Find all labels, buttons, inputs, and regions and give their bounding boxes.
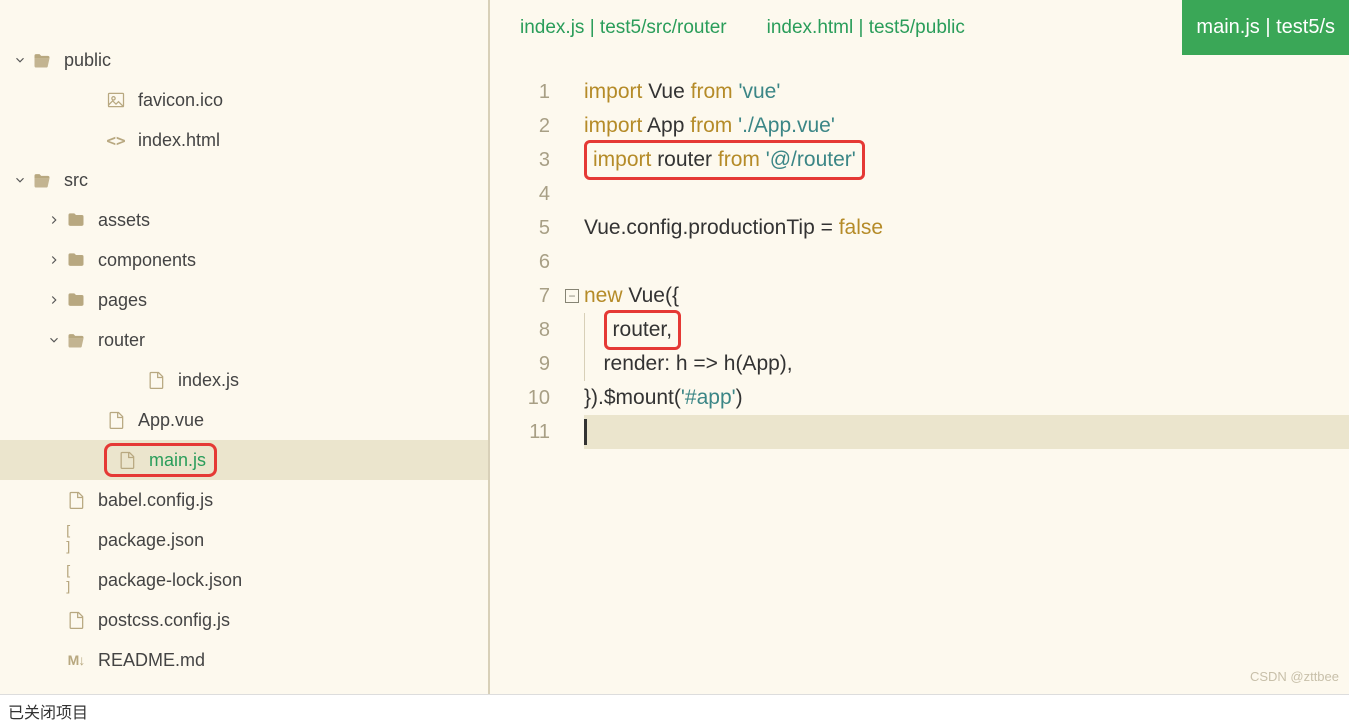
line-gutter: 1234567891011 xyxy=(490,75,560,694)
markdown-icon: M↓ xyxy=(64,648,88,672)
line-number: 7 xyxy=(490,279,550,313)
tree-item-package-json[interactable]: [ ] package.json xyxy=(0,520,488,560)
fold-column: − xyxy=(560,75,584,694)
line-number: 9 xyxy=(490,347,550,381)
fold-toggle-icon[interactable]: − xyxy=(565,289,579,303)
js-file-icon xyxy=(64,608,88,632)
tree-item-label: favicon.ico xyxy=(138,90,223,111)
editor-tab[interactable]: index.html | test5/public xyxy=(767,0,965,55)
json-icon: [ ] xyxy=(64,568,88,592)
line-number: 6 xyxy=(490,245,550,279)
code-line[interactable] xyxy=(584,415,1349,449)
tree-item-label: public xyxy=(64,50,111,71)
text-cursor xyxy=(584,419,587,445)
tree-item-label: index.js xyxy=(178,370,239,391)
chevron-down-icon[interactable] xyxy=(44,330,64,350)
code-line[interactable]: import router from '@/router' xyxy=(584,143,1349,177)
image-icon xyxy=(104,88,128,112)
tree-item-src[interactable]: src xyxy=(0,160,488,200)
tree-item-assets[interactable]: assets xyxy=(0,200,488,240)
tree-item-label: assets xyxy=(98,210,150,231)
tree-item-components[interactable]: components xyxy=(0,240,488,280)
status-bar: 已关闭项目 xyxy=(0,694,1349,726)
chevron-right-icon[interactable] xyxy=(44,290,64,310)
tree-item-main-js[interactable]: main.js xyxy=(0,440,488,480)
tree-item-label: postcss.config.js xyxy=(98,610,230,631)
editor-pane: index.js | test5/src/router index.html | … xyxy=(490,0,1349,694)
tree-item-favicon-ico[interactable]: favicon.ico xyxy=(0,80,488,120)
line-number: 10 xyxy=(490,381,550,415)
file-explorer[interactable]: public favicon.ico <> index.html src assets co… xyxy=(0,0,490,694)
line-number: 1 xyxy=(490,75,550,109)
folder-icon xyxy=(64,208,88,232)
folder-open-icon xyxy=(30,168,54,192)
chevron-down-icon[interactable] xyxy=(10,170,30,190)
tree-item-README-md[interactable]: M↓ README.md xyxy=(0,640,488,680)
code-line[interactable] xyxy=(584,177,1349,211)
code-line[interactable]: }).$mount('#app') xyxy=(584,381,1349,415)
folder-icon xyxy=(64,248,88,272)
tree-item-label: README.md xyxy=(98,650,205,671)
code-line[interactable]: render: h => h(App), xyxy=(584,347,1349,381)
chevron-right-icon[interactable] xyxy=(44,250,64,270)
editor-tabs: index.js | test5/src/router index.html | … xyxy=(490,0,1349,55)
code-line[interactable]: import Vue from 'vue' xyxy=(584,75,1349,109)
tree-item-label: pages xyxy=(98,290,147,311)
tree-item-babel-config-js[interactable]: babel.config.js xyxy=(0,480,488,520)
code-line[interactable]: Vue.config.productionTip = false xyxy=(584,211,1349,245)
js-file-icon xyxy=(104,408,128,432)
tree-item-label: main.js xyxy=(149,450,206,471)
tree-item-public[interactable]: public xyxy=(0,40,488,80)
code-line[interactable] xyxy=(584,245,1349,279)
tree-item-index-html[interactable]: <> index.html xyxy=(0,120,488,160)
js-file-icon xyxy=(144,368,168,392)
line-number: 4 xyxy=(490,177,550,211)
tree-item-label: components xyxy=(98,250,196,271)
tree-item-label: App.vue xyxy=(138,410,204,431)
tree-item-index-js[interactable]: index.js xyxy=(0,360,488,400)
line-number: 2 xyxy=(490,109,550,143)
line-number: 11 xyxy=(490,415,550,449)
tree-item-label: src xyxy=(64,170,88,191)
folder-open-icon xyxy=(30,48,54,72)
js-file-icon xyxy=(115,448,139,472)
code-line[interactable]: router, xyxy=(584,313,1349,347)
status-text: 已关闭项目 xyxy=(8,699,88,723)
tree-item-App-vue[interactable]: App.vue xyxy=(0,400,488,440)
watermark: CSDN @zttbee xyxy=(1250,669,1339,684)
tree-item-label: package-lock.json xyxy=(98,570,242,591)
js-file-icon xyxy=(64,488,88,512)
json-icon: [ ] xyxy=(64,528,88,552)
tree-item-label: package.json xyxy=(98,530,204,551)
line-number: 5 xyxy=(490,211,550,245)
code-line[interactable]: new Vue({ xyxy=(584,279,1349,313)
tree-item-router[interactable]: router xyxy=(0,320,488,360)
line-number: 3 xyxy=(490,143,550,177)
folder-icon xyxy=(64,288,88,312)
tree-item-postcss-config-js[interactable]: postcss.config.js xyxy=(0,600,488,640)
chevron-right-icon[interactable] xyxy=(44,210,64,230)
tree-item-label: router xyxy=(98,330,145,351)
chevron-down-icon[interactable] xyxy=(10,50,30,70)
tree-item-pages[interactable]: pages xyxy=(0,280,488,320)
code-icon: <> xyxy=(104,128,128,152)
tree-item-label: babel.config.js xyxy=(98,490,213,511)
tree-item-label: index.html xyxy=(138,130,220,151)
line-number: 8 xyxy=(490,313,550,347)
folder-open-icon xyxy=(64,328,88,352)
tree-item-package-lock-json[interactable]: [ ] package-lock.json xyxy=(0,560,488,600)
code-line[interactable]: import App from './App.vue' xyxy=(584,109,1349,143)
editor-tab[interactable]: main.js | test5/s xyxy=(1182,0,1349,55)
editor-tab[interactable]: index.js | test5/src/router xyxy=(520,0,727,55)
code-editor[interactable]: 1234567891011 − import Vue from 'vue'imp… xyxy=(490,55,1349,694)
